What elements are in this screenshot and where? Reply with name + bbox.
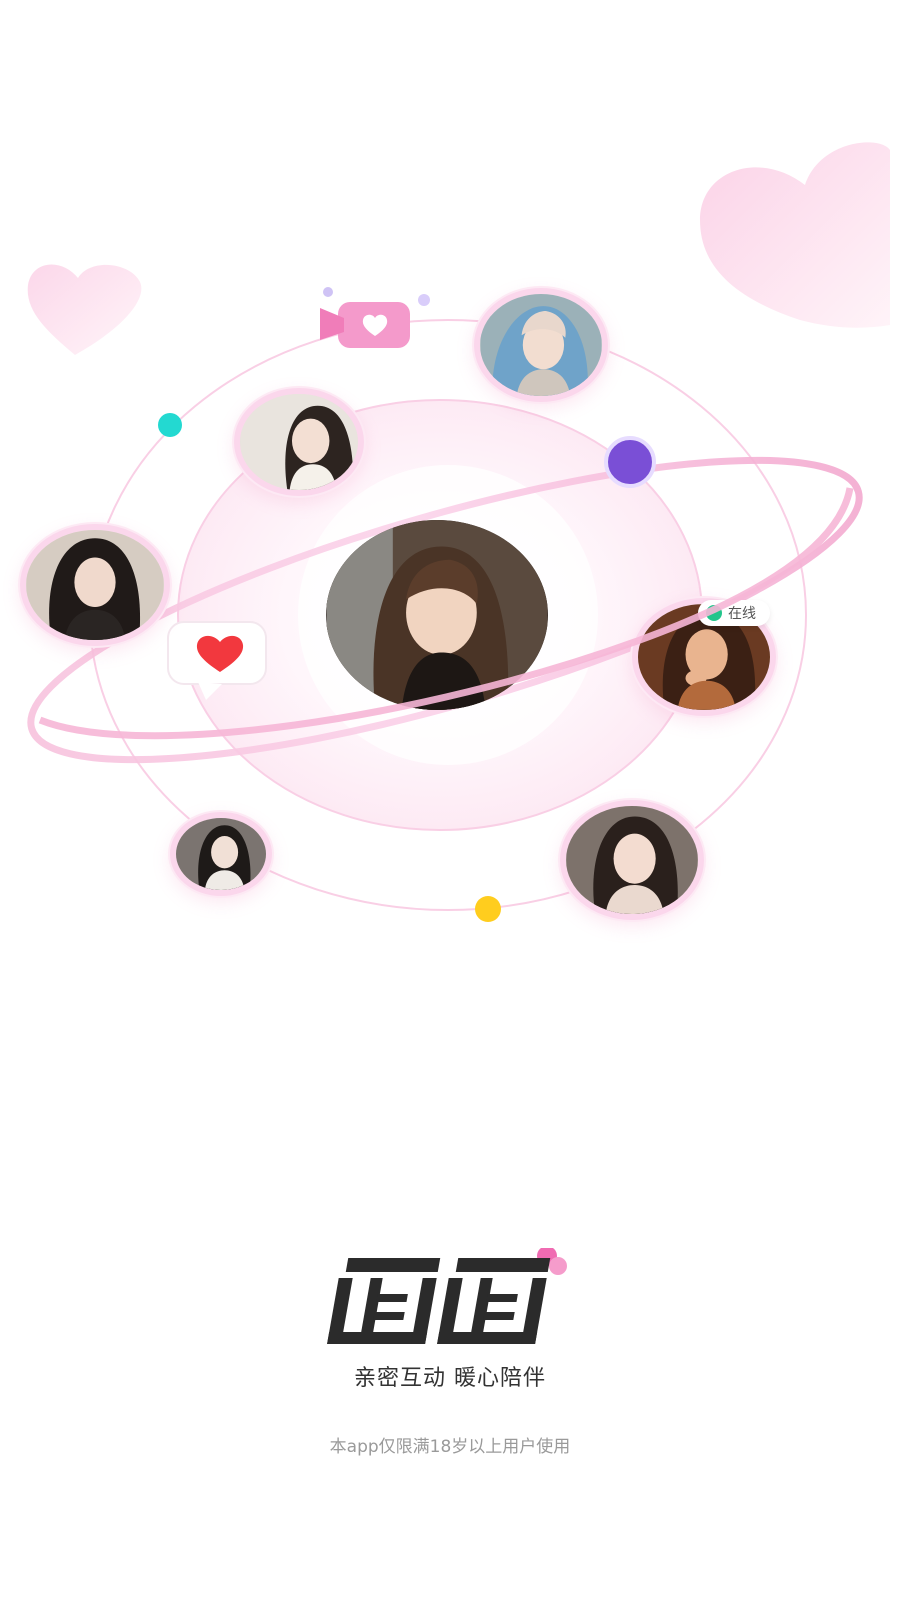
avatar-image xyxy=(566,806,698,914)
avatar-image xyxy=(176,818,266,890)
heart-decoration-icon xyxy=(700,142,890,328)
teal-dot xyxy=(158,413,182,437)
avatar-image xyxy=(480,294,602,396)
purple-dot xyxy=(604,436,656,488)
avatar-image xyxy=(326,520,548,710)
yellow-dot xyxy=(475,896,501,922)
avatar-bottom-left[interactable] xyxy=(170,812,272,896)
app-logo: 面面 xyxy=(320,1246,580,1358)
age-restriction-notice: 本app仅限满18岁以上用户使用 xyxy=(329,1437,571,1457)
online-status-icon xyxy=(706,605,722,621)
avatar-top-right[interactable] xyxy=(474,288,608,402)
avatar-upper-left[interactable] xyxy=(234,388,364,496)
online-status-badge: 在线 xyxy=(698,600,770,626)
logo-wordmark xyxy=(327,1246,567,1344)
avatar-image xyxy=(240,394,358,490)
video-call-heart-icon xyxy=(320,287,430,348)
avatar-center[interactable] xyxy=(326,520,548,710)
avatar-image xyxy=(26,530,164,640)
heart-decoration-icon xyxy=(27,264,142,355)
online-status-label: 在线 xyxy=(728,606,756,622)
avatar-bottom-right[interactable] xyxy=(560,800,704,920)
app-tagline: 亲密互动 暖心陪伴 xyxy=(354,1366,546,1391)
avatar-left[interactable] xyxy=(20,524,170,646)
